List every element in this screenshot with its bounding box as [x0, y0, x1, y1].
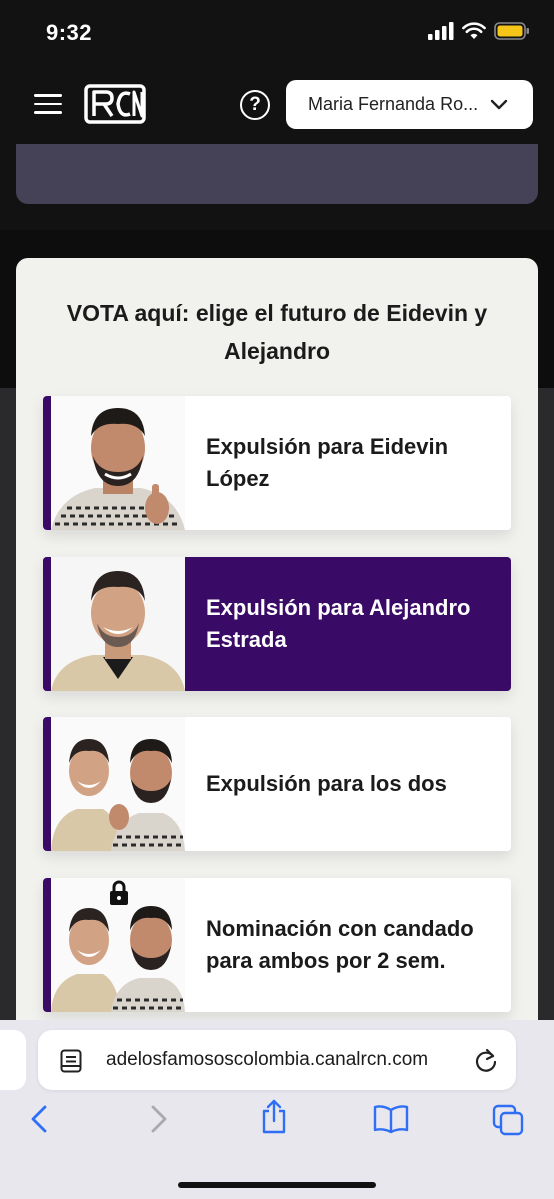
- photo-eidevin: [51, 396, 185, 530]
- browser-bar: adelosfamososcolombia.canalrcn.com: [0, 1020, 554, 1199]
- vote-title: VOTA aquí: elige el futuro de Eidevin y …: [66, 300, 488, 364]
- user-name: Maria Fernanda Ro...: [308, 94, 479, 114]
- hamburger-menu-icon[interactable]: [34, 94, 62, 116]
- rcn-logo[interactable]: [84, 84, 146, 129]
- status-time: 9:32: [46, 20, 93, 45]
- option-label: Expulsión para Eidevin López: [206, 434, 449, 491]
- battery-icon: [494, 22, 529, 40]
- home-indicator[interactable]: [178, 1182, 376, 1188]
- user-account-dropdown[interactable]: Maria Fernanda Ro...: [286, 80, 533, 129]
- option-accent-bar: [43, 557, 51, 691]
- option-accent-bar: [43, 717, 51, 851]
- cellular-signal-icon: [428, 22, 454, 40]
- option-label: Expulsión para Alejandro Estrada: [206, 595, 471, 652]
- browser-toolbar: [0, 1099, 554, 1148]
- photo-alejandro: [51, 557, 185, 691]
- option-accent-bar: [43, 396, 51, 530]
- share-icon[interactable]: [260, 1098, 288, 1139]
- option-label: Nominación con candado para ambos por 2 …: [206, 916, 474, 973]
- photo-both: [51, 717, 185, 851]
- status-icons: [428, 22, 530, 40]
- page-menu-icon[interactable]: [60, 1049, 82, 1073]
- person-eidevin-image: [51, 408, 185, 530]
- rcn-logo-icon: [84, 84, 146, 124]
- chevron-down-icon: [490, 99, 508, 110]
- person-alejandro-image: [51, 571, 185, 691]
- people-both-image: [51, 739, 185, 851]
- vote-option-expulsion-alejandro[interactable]: Expulsión para Alejandro Estrada: [43, 557, 511, 691]
- help-circle-icon[interactable]: ?: [240, 90, 270, 120]
- header-banner: [16, 144, 538, 204]
- option-label: Expulsión para los dos: [206, 771, 447, 796]
- option-accent-bar: [43, 878, 51, 1012]
- vote-card: VOTA aquí: elige el futuro de Eidevin y …: [16, 258, 538, 1058]
- vote-option-expulsion-eidevin[interactable]: Expulsión para Eidevin López: [43, 396, 511, 530]
- address-bar[interactable]: adelosfamososcolombia.canalrcn.com: [38, 1030, 516, 1090]
- status-bar: 9:32: [0, 0, 554, 64]
- top-nav: ? Maria Fernanda Ro...: [0, 64, 554, 144]
- wifi-icon: [462, 22, 486, 39]
- url-text: adelosfamososcolombia.canalrcn.com: [106, 1049, 429, 1070]
- previous-tab-peek[interactable]: [0, 1030, 26, 1090]
- bookmarks-icon[interactable]: [373, 1104, 409, 1139]
- reload-icon[interactable]: [474, 1047, 498, 1073]
- vote-option-nominacion-candado[interactable]: Nominación con candado para ambos por 2 …: [43, 878, 511, 1012]
- back-icon[interactable]: [30, 1104, 48, 1139]
- tabs-icon[interactable]: [492, 1104, 524, 1141]
- forward-icon[interactable]: [150, 1104, 168, 1139]
- vote-option-expulsion-ambos[interactable]: Expulsión para los dos: [43, 717, 511, 851]
- lock-icon: [110, 880, 128, 905]
